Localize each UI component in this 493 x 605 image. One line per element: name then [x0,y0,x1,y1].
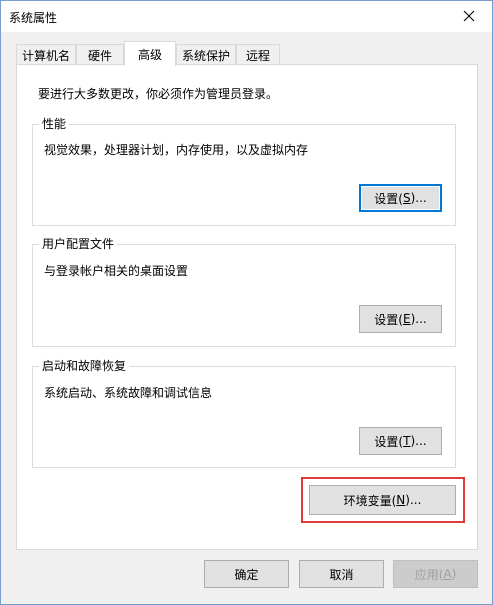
tab-label: 系统保护 [181,48,230,63]
button-label-suffix: )... [410,434,427,448]
startup-recovery-group: 启动和故障恢复 系统启动、系统故障和调试信息 设置(T)... [32,358,456,468]
tab-system-protection[interactable]: 系统保护 [176,44,236,65]
performance-group: 性能 视觉效果，处理器计划，内存使用，以及虚拟内存 设置(S)... [32,116,456,226]
button-label-prefix: 设置( [374,312,403,327]
button-label-prefix: 设置( [374,191,403,206]
cancel-button[interactable]: 取消 [299,560,384,588]
title-bar: 系统属性 [1,1,492,32]
close-button[interactable] [446,1,492,31]
tab-label: 计算机名 [21,48,70,63]
system-properties-window: 系统属性 计算机名 硬件 高级 系统保护 远程 要进行大多数更改，你必须作为管理… [0,0,493,605]
performance-description: 视觉效果，处理器计划，内存使用，以及虚拟内存 [44,143,309,157]
startup-recovery-title: 启动和故障恢复 [39,358,130,374]
environment-variables-button[interactable]: 环境变量(N)... [309,485,456,515]
user-profiles-title: 用户配置文件 [39,236,118,252]
user-profiles-settings-button[interactable]: 设置(E)... [359,305,442,333]
tab-label: 高级 [137,47,162,62]
button-label-prefix: 应用( [414,567,444,582]
button-label-suffix: )... [410,312,427,326]
performance-settings-button[interactable]: 设置(S)... [359,184,442,212]
tab-advanced[interactable]: 高级 [124,41,176,66]
advanced-tab-panel: 要进行大多数更改，你必须作为管理员登录。 性能 视觉效果，处理器计划，内存使用，… [16,64,478,550]
startup-recovery-settings-button[interactable]: 设置(T)... [359,427,442,455]
button-accesskey: A [443,567,452,581]
button-accesskey: E [402,312,411,326]
close-icon [463,10,475,22]
tab-remote[interactable]: 远程 [236,44,280,65]
button-accesskey: T [403,434,411,448]
ok-button[interactable]: 确定 [204,560,289,588]
tab-hardware[interactable]: 硬件 [76,44,124,65]
window-title: 系统属性 [9,11,58,25]
button-label-prefix: 环境变量( [343,493,397,508]
performance-title: 性能 [39,116,70,132]
tab-label: 远程 [245,48,270,63]
user-profiles-group: 用户配置文件 与登录帐户相关的桌面设置 设置(E)... [32,236,456,347]
user-profiles-description: 与登录帐户相关的桌面设置 [44,264,189,278]
button-accesskey: N [396,493,406,507]
startup-recovery-description: 系统启动、系统故障和调试信息 [44,386,213,400]
cancel-label: 取消 [329,567,354,582]
button-label-prefix: 设置( [374,434,404,449]
button-label-suffix: )... [405,493,422,507]
tab-label: 硬件 [87,48,112,63]
ok-label: 确定 [234,567,259,582]
tab-computer-name[interactable]: 计算机名 [16,44,76,65]
admin-note: 要进行大多数更改，你必须作为管理员登录。 [38,87,279,101]
button-accesskey: S [402,191,411,205]
button-label-suffix: ) [451,567,457,581]
apply-button[interactable]: 应用(A) [393,560,478,588]
button-label-suffix: )... [410,191,427,205]
